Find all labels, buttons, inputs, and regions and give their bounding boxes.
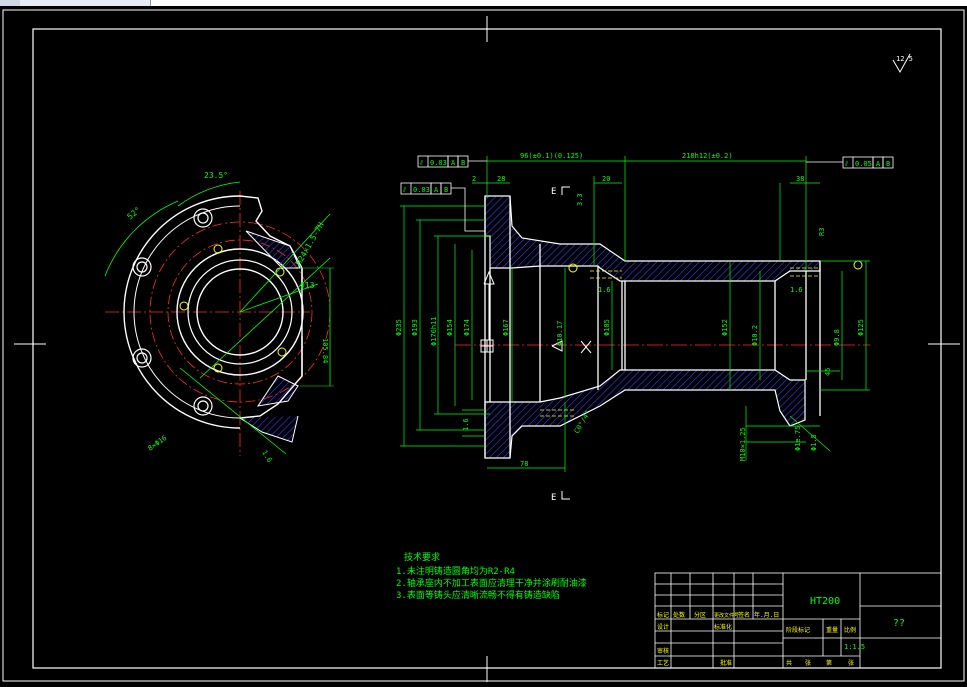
dim-phi-167: Φ167 <box>502 319 510 336</box>
title-left-label-1: 设计 <box>657 623 669 631</box>
title-left-label-3: 工艺 <box>657 659 669 667</box>
tolerance-2-symbol: ⫽ <box>402 186 407 194</box>
dim-phi-9-8: Φ9.8 <box>833 329 841 346</box>
dim-20: 20 <box>602 175 610 183</box>
dim-phi-105: Φ105 <box>603 319 611 336</box>
end-view: 23.5° 52° M24×1.5-7H Φ13 8×Φ16 1.6 105.8… <box>104 171 334 464</box>
title-row-label-3: 分区 <box>694 611 706 619</box>
dim-phi-235: Φ235 <box>395 319 403 336</box>
section-mark-bottom <box>561 491 570 500</box>
dim-phi-10-17: Φ10.17 <box>556 321 564 346</box>
tolerance-3-value: 0.05 <box>855 160 872 168</box>
dim-2: 2 <box>472 175 476 183</box>
surface-roughness-value: 12.5 <box>896 55 913 63</box>
title-scale: 1:1.5 <box>844 643 865 651</box>
tolerance-3-datum-b: B <box>886 160 890 168</box>
title-row-label-2: 处数 <box>673 611 685 619</box>
dim-phi-174: Φ174 <box>463 319 471 336</box>
dim-28: 28 <box>497 175 505 183</box>
section-label-bottom: E <box>551 493 556 503</box>
note-line-2: 2.轴承座内不加工表面应清理干净并涂刷耐油漆 <box>396 577 587 589</box>
tolerance-1-datum-b: B <box>461 159 465 167</box>
surface-roughness-mark: 12.5 <box>892 53 913 74</box>
title-bottom-label-3: 第 <box>826 659 832 667</box>
dim-angle-1: 23.5° <box>204 171 228 180</box>
section-symbols <box>480 270 592 354</box>
dim-bolt-pcd: 8×Φ16 <box>147 434 169 453</box>
title-bottom-label-2: 张 <box>805 659 811 667</box>
dim-end-view-dia: Φ13 <box>300 281 315 290</box>
technical-requirements: 技术要求 1.未注明铸造圆角均为R2-R4 2.轴承座内不加工表面应清理干净并涂… <box>396 551 587 601</box>
dim-phi-1e-75: Φ1e.75 <box>794 426 802 451</box>
title-row-label-4: 更改文件号 <box>714 612 739 619</box>
dim-phi-176h11: Φ176h11 <box>430 316 438 346</box>
tolerance-1-datum-a: A <box>451 159 456 167</box>
title-middle-label-2: 批准 <box>720 659 732 667</box>
dim-1-6-low: 1.6 <box>462 418 470 431</box>
title-bottom-label-4: 张 <box>848 659 854 667</box>
dim-phi-193: Φ193 <box>411 319 419 336</box>
dim-angle-2: 52° <box>126 205 143 221</box>
title-right-label-1: 阶段标记 <box>786 626 810 634</box>
title-row-label-1: 标记 <box>657 611 669 619</box>
title-left-label-2: 审核 <box>657 647 669 655</box>
title-middle-label-1: 标准化 <box>714 623 732 631</box>
dim-r3: R3 <box>818 228 826 236</box>
title-right-label-3: 比例 <box>844 626 856 634</box>
tolerance-2-value: 0.03 <box>413 186 430 194</box>
section-label-top: E <box>551 187 556 197</box>
dim-thread-m10: M10×1.25 <box>739 427 747 461</box>
dim-top-right-length: 218h12(±0.2) <box>682 152 733 160</box>
tolerance-2-datum-a: A <box>434 186 439 194</box>
dim-78: 78 <box>520 460 528 468</box>
dim-38: 38 <box>796 175 804 183</box>
title-bottom-label-1: 共 <box>786 659 792 667</box>
notes-heading: 技术要求 <box>404 551 440 563</box>
section-mark-top <box>561 186 570 195</box>
tolerance-1-symbol: ⫽ <box>419 159 424 167</box>
dim-105-84: 105.84 <box>321 338 329 363</box>
title-row-label-5: 签名 <box>738 611 750 619</box>
tolerance-1-value: 0.03 <box>430 159 447 167</box>
dim-3-3: 3.3 <box>576 193 584 206</box>
dim-phi-152: Φ152 <box>721 319 729 336</box>
tolerance-3-symbol: ⫽ <box>844 160 849 168</box>
dim-phi-1-5: Φ1.5 <box>810 434 818 451</box>
dim-phi-125: Φ125 <box>857 319 865 336</box>
title-right-label-2: 重量 <box>826 626 838 634</box>
note-line-1: 1.未注明铸造圆角均为R2-R4 <box>396 565 515 577</box>
title-material: HT200 <box>810 596 840 607</box>
dim-1-6-right: 1.6 <box>790 286 803 294</box>
dim-phi-10-2: Φ10.2 <box>751 325 759 346</box>
cad-drawing-canvas[interactable]: 12.5 23.5° 52° M24×1.5-7H Φ13 8×Φ16 1.6 … <box>0 6 967 687</box>
tolerance-3-datum-a: A <box>876 160 881 168</box>
title-drawing-number: ?? <box>893 618 905 629</box>
title-row-label-6: 年.月.日 <box>754 611 779 619</box>
dim-side-small: 1.6 <box>260 449 273 464</box>
dim-45: 45 <box>824 368 832 376</box>
dim-1-6-left: 1.6 <box>598 286 611 294</box>
tolerance-2-datum-b: B <box>444 186 448 194</box>
note-line-3: 3.表面等铸头应清晰流畅不得有铸造缺陷 <box>396 589 560 601</box>
section-view: E E 96(±0.1)(0.125) 218h12(±0.2) 28 2 20… <box>395 152 894 503</box>
dim-top-left-length: 96(±0.1)(0.125) <box>520 152 583 160</box>
dim-phi-154: Φ154 <box>446 319 454 336</box>
